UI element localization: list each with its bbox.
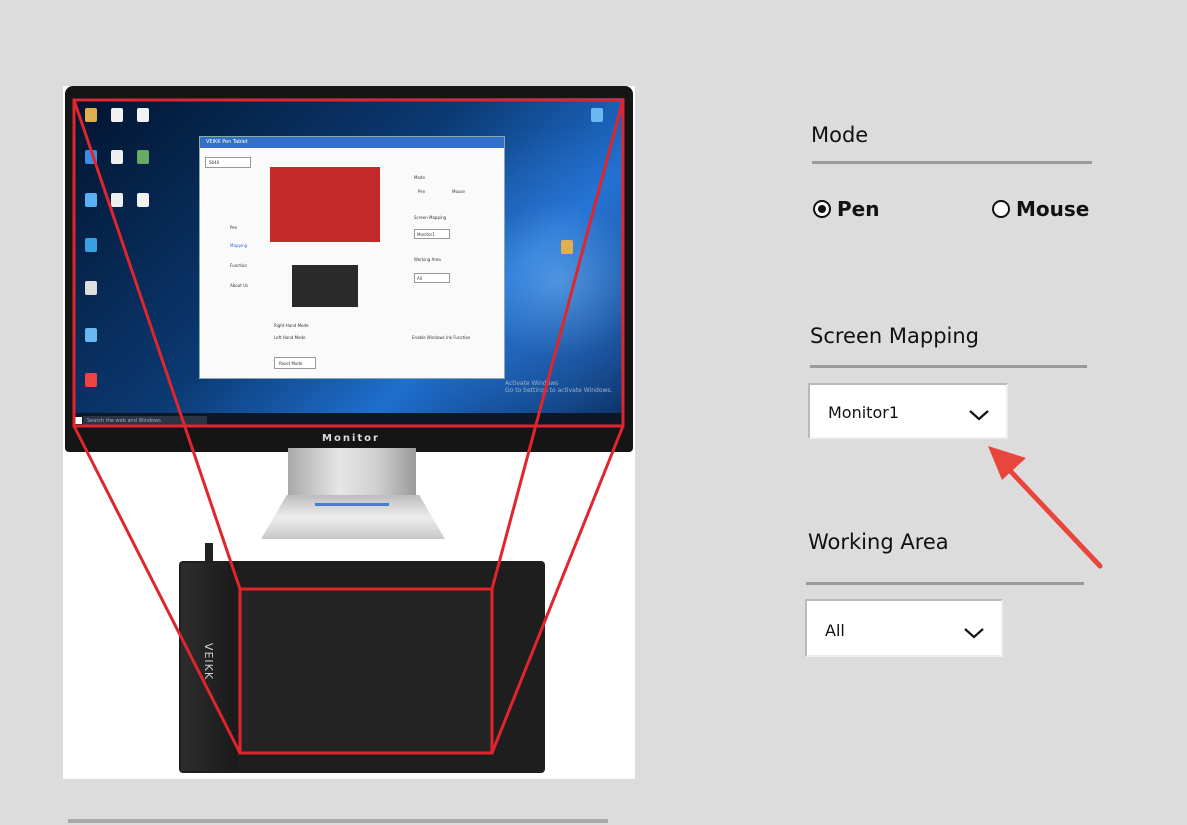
- working-area-select[interactable]: All: [805, 599, 1003, 657]
- mapping-line-bottom-left: [72, 425, 242, 754]
- screen-mapping-divider: [810, 365, 1087, 368]
- red-arrow-icon: [988, 446, 1103, 569]
- working-area-divider: [806, 582, 1084, 585]
- working-area-value: All: [825, 621, 845, 640]
- mode-divider: [812, 161, 1092, 164]
- mapping-highlight-lines: [72, 98, 625, 755]
- pen-radio-label: Pen: [837, 197, 880, 221]
- screen-mapping-select[interactable]: Monitor1: [808, 383, 1008, 439]
- chevron-down-icon[interactable]: [963, 626, 985, 640]
- mapping-line-bottom-right: [490, 425, 625, 754]
- tablet-highlight-rect: [238, 587, 494, 755]
- mouse-radio-circle[interactable]: [992, 200, 1010, 218]
- chevron-down-icon[interactable]: [968, 408, 990, 422]
- mode-title: Mode: [811, 123, 869, 147]
- working-area-title: Working Area: [808, 530, 949, 554]
- screen-mapping-value: Monitor1: [828, 403, 899, 422]
- mouse-radio-label: Mouse: [1016, 197, 1090, 221]
- mouse-radio[interactable]: Mouse: [992, 197, 1089, 221]
- screen-mapping-title: Screen Mapping: [810, 324, 979, 348]
- pen-radio[interactable]: Pen: [813, 197, 879, 221]
- bottom-divider: [68, 819, 608, 823]
- pen-radio-circle[interactable]: [813, 200, 831, 218]
- mapping-line-top-left: [72, 99, 242, 590]
- screen-highlight-rect: [72, 98, 625, 428]
- mapping-line-top-right: [490, 99, 625, 590]
